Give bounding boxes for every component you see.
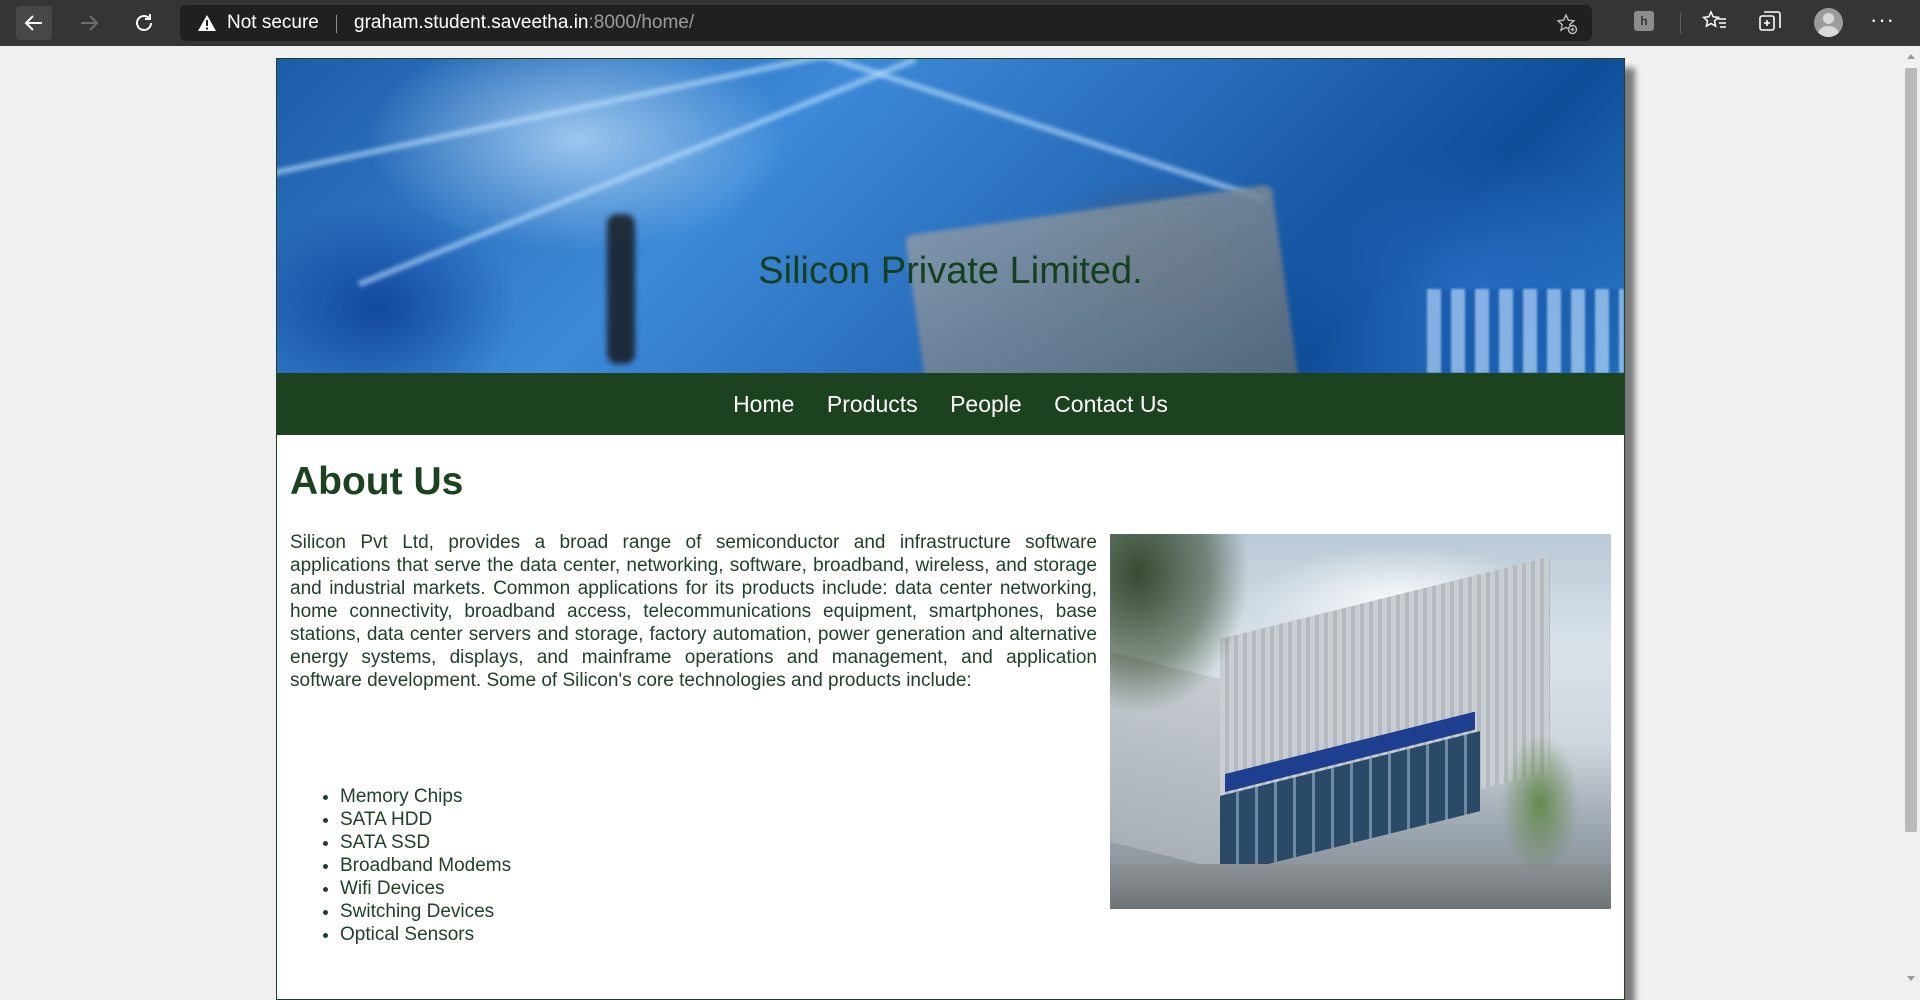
main-nav: Home Products People Contact Us — [277, 373, 1624, 435]
banner-pads-graphic — [1427, 289, 1624, 373]
url-host: graham.student.saveetha.in — [354, 12, 589, 33]
forward-button[interactable] — [71, 6, 107, 40]
list-item: Broadband Modems — [340, 854, 511, 877]
list-item: SATA SSD — [340, 831, 511, 854]
avatar-body — [1818, 26, 1839, 37]
vertical-scrollbar[interactable] — [1902, 46, 1920, 991]
reload-button[interactable] — [126, 6, 162, 40]
list-item: Wifi Devices — [340, 877, 511, 900]
photo-tree — [1500, 734, 1580, 874]
about-paragraph: Silicon Pvt Ltd, provides a broad range … — [290, 532, 1097, 691]
scroll-down-arrow-icon[interactable] — [1907, 976, 1915, 981]
photo-tree — [1110, 534, 1250, 714]
site-title: Silicon Private Limited. — [758, 250, 1143, 292]
reload-icon — [136, 14, 152, 31]
back-arrow-icon — [24, 15, 42, 31]
extension-icon[interactable]: h — [1634, 11, 1654, 31]
scroll-up-arrow-icon[interactable] — [1907, 54, 1915, 59]
more-menu-icon[interactable]: ··· — [1870, 9, 1895, 31]
toolbar-divider — [1680, 12, 1681, 34]
favorites-icon[interactable] — [1702, 10, 1728, 34]
product-list: Memory Chips SATA HDD SATA SSD Broadband… — [290, 785, 511, 946]
building-photo — [1110, 534, 1611, 909]
browser-toolbar: Not secure graham.student.saveetha.in:80… — [0, 0, 1920, 46]
circuit-trace — [277, 59, 950, 178]
omnibox-divider — [336, 15, 337, 33]
warning-icon — [198, 15, 216, 31]
forward-arrow-icon — [81, 15, 99, 31]
nav-home[interactable]: Home — [733, 373, 794, 435]
list-item: Switching Devices — [340, 900, 511, 923]
list-item: SATA HDD — [340, 808, 511, 831]
page-container: Silicon Private Limited. Home Products P… — [276, 58, 1625, 1000]
back-button[interactable] — [16, 6, 52, 40]
security-status[interactable]: Not secure — [227, 13, 319, 33]
url-text[interactable]: graham.student.saveetha.in:8000/home/ — [354, 13, 694, 33]
header-banner: Silicon Private Limited. — [277, 59, 1624, 373]
nav-products[interactable]: Products — [827, 373, 918, 435]
list-item: Memory Chips — [340, 785, 511, 808]
avatar-head — [1823, 13, 1834, 24]
profile-avatar[interactable] — [1814, 8, 1843, 37]
nav-contact-us[interactable]: Contact Us — [1054, 373, 1168, 435]
address-bar[interactable]: Not secure graham.student.saveetha.in:80… — [180, 5, 1592, 41]
scroll-thumb[interactable] — [1905, 68, 1917, 832]
list-item: Optical Sensors — [340, 923, 511, 946]
nav-people[interactable]: People — [950, 373, 1022, 435]
about-heading: About Us — [290, 460, 464, 503]
url-path: :8000/home/ — [588, 12, 695, 33]
add-favorite-icon[interactable] — [1556, 13, 1578, 35]
collections-icon[interactable] — [1758, 10, 1782, 34]
